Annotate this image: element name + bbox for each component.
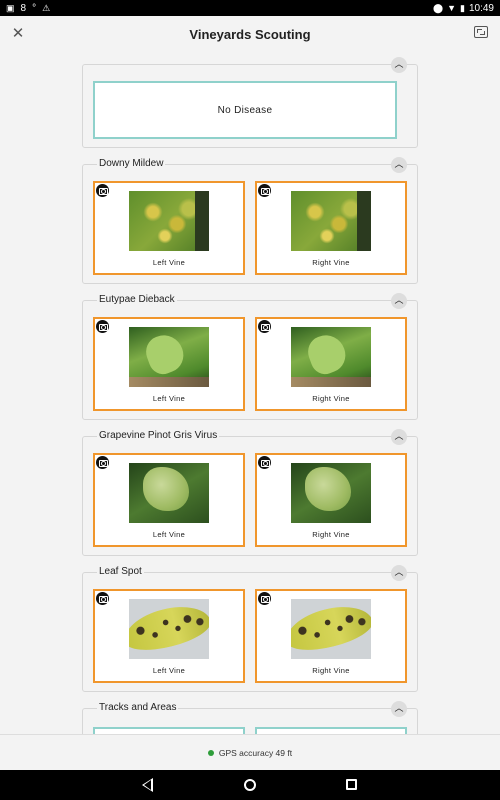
home-icon[interactable]: [244, 779, 256, 791]
vine-label: Right Vine: [312, 666, 350, 675]
section-title: Leaf Spot: [97, 566, 144, 577]
no-disease-button[interactable]: No Disease: [93, 81, 397, 139]
collapse-chevron-icon[interactable]: ︿: [391, 157, 407, 173]
tracks-card-right[interactable]: [255, 727, 407, 734]
collapse-chevron-icon[interactable]: ︿: [391, 565, 407, 581]
section-leaf-spot: Leaf Spot ︿ Left Vine Right Vine: [82, 565, 418, 692]
section-title: Tracks and Areas: [97, 702, 179, 713]
gps-status-dot-icon: [207, 749, 214, 756]
warning-icon: ⚠: [42, 2, 51, 13]
section-title: Downy Mildew: [97, 158, 166, 169]
notification-icon: ▣: [6, 2, 15, 13]
camera-icon[interactable]: [258, 320, 271, 333]
collapse-chevron-icon[interactable]: ︿: [391, 701, 407, 717]
back-icon[interactable]: [142, 778, 153, 792]
page-title: Vineyards Scouting: [189, 26, 311, 42]
status-bar: ▣ 8 ° ⚠ ⬤ ▼ ▮ 10:49: [0, 0, 500, 16]
vine-label: Left Vine: [152, 394, 186, 403]
status-time: 10:49: [468, 2, 494, 14]
downy-mildew-thumbnail: [291, 191, 371, 251]
temperature-unit: °: [32, 2, 37, 14]
section-no-disease: ︿ No Disease: [82, 57, 418, 148]
section-tracks-and-areas: Tracks and Areas ︿: [82, 701, 418, 734]
scouting-content[interactable]: ︿ No Disease Downy Mildew ︿ Left Vine Ri…: [0, 52, 500, 734]
section-eutypae-dieback: Eutypae Dieback ︿ Left Vine Right Vine: [82, 293, 418, 420]
right-vine-card[interactable]: Right Vine: [255, 589, 407, 683]
recent-apps-icon[interactable]: [346, 779, 357, 790]
section-title: Eutypae Dieback: [97, 294, 177, 305]
gps-accuracy-text: GPS accuracy 49 ft: [218, 747, 293, 758]
close-icon[interactable]: ✕: [10, 26, 26, 42]
right-vine-card[interactable]: Right Vine: [255, 317, 407, 411]
camera-icon[interactable]: [258, 456, 271, 469]
eutypae-dieback-thumbnail: [291, 327, 371, 387]
camera-icon[interactable]: [96, 184, 109, 197]
left-vine-card[interactable]: Left Vine: [93, 589, 245, 683]
system-navigation-bar: [0, 770, 500, 800]
camera-icon[interactable]: [96, 320, 109, 333]
right-vine-card[interactable]: Right Vine: [255, 453, 407, 547]
notification-count: 8: [20, 2, 27, 14]
section-pinot-gris-virus: Grapevine Pinot Gris Virus ︿ Left Vine R…: [82, 429, 418, 556]
tracks-card-left[interactable]: [93, 727, 245, 734]
pinot-gris-thumbnail: [129, 463, 209, 523]
eutypae-dieback-thumbnail: [129, 327, 209, 387]
gps-status-bar: GPS accuracy 49 ft: [0, 734, 500, 770]
camera-icon[interactable]: [258, 184, 271, 197]
downy-mildew-thumbnail: [129, 191, 209, 251]
vine-label: Right Vine: [312, 530, 350, 539]
leaf-spot-thumbnail: [129, 599, 209, 659]
camera-icon[interactable]: [96, 592, 109, 605]
location-icon: ⬤: [433, 2, 444, 13]
pinot-gris-thumbnail: [291, 463, 371, 523]
vine-label: Left Vine: [152, 666, 186, 675]
camera-icon[interactable]: [258, 592, 271, 605]
right-vine-card[interactable]: Right Vine: [255, 181, 407, 275]
section-title: Grapevine Pinot Gris Virus: [97, 430, 220, 441]
wifi-icon: ▼: [447, 2, 457, 13]
left-vine-card[interactable]: Left Vine: [93, 453, 245, 547]
leaf-spot-thumbnail: [291, 599, 371, 659]
vine-label: Right Vine: [312, 258, 350, 267]
left-vine-card[interactable]: Left Vine: [93, 181, 245, 275]
collapse-chevron-icon[interactable]: ︿: [391, 57, 407, 73]
collapse-chevron-icon[interactable]: ︿: [391, 293, 407, 309]
left-vine-card[interactable]: Left Vine: [93, 317, 245, 411]
vine-label: Left Vine: [152, 258, 186, 267]
collapse-chevron-icon[interactable]: ︿: [391, 429, 407, 445]
expand-icon[interactable]: [474, 26, 488, 38]
vine-label: Right Vine: [312, 394, 350, 403]
battery-icon: ▮: [460, 2, 465, 13]
camera-icon[interactable]: [96, 456, 109, 469]
vine-label: Left Vine: [152, 530, 186, 539]
section-downy-mildew: Downy Mildew ︿ Left Vine Right Vine: [82, 157, 418, 284]
app-header: ✕ Vineyards Scouting: [0, 16, 500, 52]
